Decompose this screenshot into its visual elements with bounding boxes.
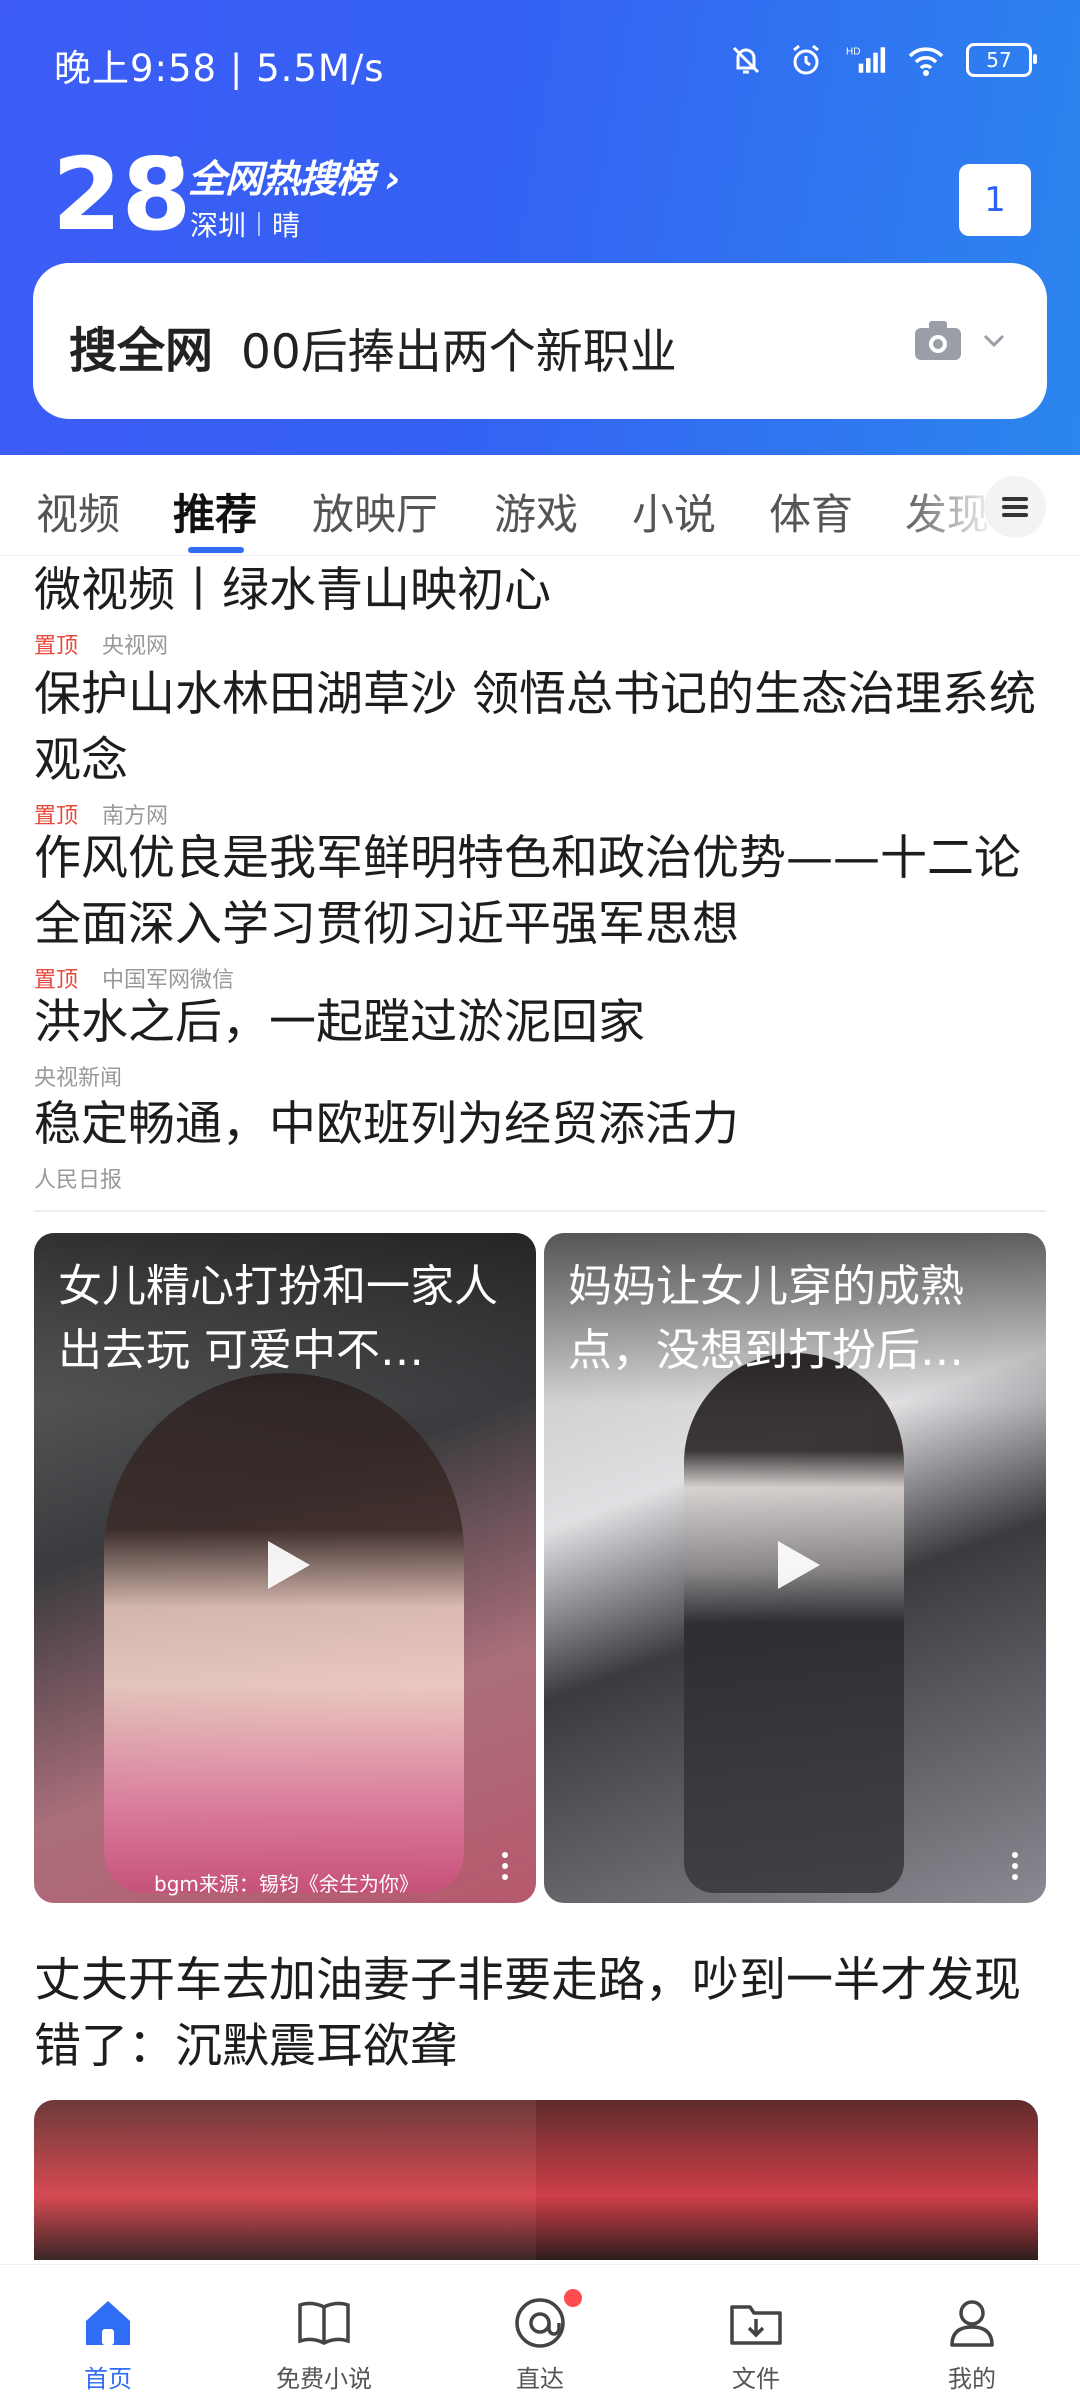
hot-list-link[interactable]: 全网热搜榜 › — [188, 148, 401, 203]
nav-label: 免费小说 — [276, 2365, 372, 2393]
svg-text:HD: HD — [846, 47, 860, 58]
play-icon[interactable] — [256, 1535, 316, 1595]
news-title: 保护山水林田湖草沙 领悟总书记的生态治理系统观念 — [34, 667, 1036, 788]
nav-label: 文件 — [732, 2365, 780, 2393]
weather-condition: 晴 — [272, 209, 301, 242]
nav-label: 直达 — [516, 2365, 564, 2393]
mute-bell-icon — [726, 40, 766, 80]
news-source: 央视新闻 — [34, 1066, 123, 1091]
alarm-icon — [786, 40, 826, 80]
video-title: 女儿精心打扮和一家人出去玩 可爱中不… — [58, 1261, 498, 1376]
news-meta: 置顶 央视网 — [34, 628, 1044, 660]
at-icon — [515, 2298, 565, 2348]
folder-icon — [730, 2305, 782, 2345]
news-item[interactable]: 作风优良是我军鲜明特色和政治优势——十二论全面深入学习贯彻习近平强军思想 置顶 … — [34, 826, 1044, 994]
nav-direct[interactable]: 直达 — [432, 2265, 648, 2401]
news-title: 作风优良是我军鲜明特色和政治优势——十二论全面深入学习贯彻习近平强军思想 — [34, 831, 1021, 952]
category-tabs: 视频 推荐 放映厅 游戏 小说 体育 发现 — [0, 455, 1080, 556]
active-tab-indicator — [188, 547, 244, 553]
user-icon — [950, 2300, 994, 2347]
news-meta: 人民日报 — [34, 1162, 1044, 1194]
nav-files[interactable]: 文件 — [648, 2265, 864, 2401]
weather-location[interactable]: 深圳 晴 — [190, 204, 300, 244]
wifi-icon — [906, 40, 946, 80]
pinned-tag: 置顶 — [34, 634, 79, 659]
hot-list-title: 全网热搜榜 — [188, 157, 374, 201]
notification-dot — [564, 2289, 582, 2307]
menu-icon — [1002, 497, 1028, 517]
tab-theater[interactable]: 放映厅 — [312, 481, 438, 542]
tab-sports[interactable]: 体育 — [769, 481, 853, 542]
tab-games[interactable]: 游戏 — [494, 481, 578, 542]
nav-label: 我的 — [948, 2365, 996, 2393]
tab-recommend[interactable]: 推荐 — [173, 481, 257, 542]
news-title: 洪水之后，一起蹚过淤泥回家 — [34, 995, 645, 1050]
tab-novels[interactable]: 小说 — [632, 481, 716, 542]
signal-hd-icon: HD — [846, 40, 886, 80]
more-icon[interactable] — [500, 1851, 510, 1881]
news-meta: 央视新闻 — [34, 1060, 1044, 1092]
nav-label: 首页 — [84, 2365, 132, 2393]
degree-sign: ° — [165, 150, 185, 196]
status-icons: HD 57 — [726, 40, 1037, 80]
article-title[interactable]: 丈夫开车去加油妻子非要走路，吵到一半才发现错了：沉默震耳欲聋 — [34, 1948, 1044, 2080]
play-icon[interactable] — [766, 1535, 826, 1595]
news-item[interactable]: 保护山水林田湖草沙 领悟总书记的生态治理系统观念 置顶 南方网 — [34, 662, 1044, 830]
news-item[interactable]: 洪水之后，一起蹚过淤泥回家 央视新闻 — [34, 990, 1044, 1092]
tab-video[interactable]: 视频 — [36, 481, 120, 542]
header-banner: 晚上9:58 | 5.5M/s HD 57 28 ° 全网热搜榜 › 深圳 晴 … — [0, 0, 1080, 455]
news-item[interactable]: 稳定畅通，中欧班列为经贸添活力 人民日报 — [34, 1092, 1044, 1194]
divider — [34, 1210, 1046, 1212]
bottom-nav: 首页 免费小说 直达 文件 我的 — [0, 2264, 1080, 2401]
video-card[interactable]: 女儿精心打扮和一家人出去玩 可爱中不… bgm来源：锡钧《余生为你》 — [34, 1233, 536, 1903]
book-icon — [298, 2301, 350, 2345]
city-separator — [258, 212, 261, 236]
status-time-speed: 晚上9:58 | 5.5M/s — [54, 47, 385, 90]
news-source: 人民日报 — [34, 1168, 123, 1193]
search-bar[interactable]: 搜全网 00后捧出两个新职业 — [33, 263, 1047, 419]
article-image[interactable] — [34, 2100, 536, 2260]
news-title: 稳定畅通，中欧班列为经贸添活力 — [34, 1097, 739, 1152]
nav-mine[interactable]: 我的 — [864, 2265, 1080, 2401]
nav-home[interactable]: 首页 — [0, 2265, 216, 2401]
article-image[interactable] — [536, 2100, 1038, 2260]
chevron-down-icon[interactable] — [983, 333, 1005, 348]
home-icon — [86, 2301, 130, 2345]
video-thumbnail — [684, 1353, 904, 1893]
news-title: 微视频丨绿水青山映初心 — [34, 563, 551, 618]
video-title: 妈妈让女儿穿的成熟点，没想到打扮后… — [568, 1261, 964, 1376]
more-icon[interactable] — [1010, 1851, 1020, 1881]
search-label: 搜全网 — [69, 323, 214, 379]
video-thumbnail — [104, 1373, 464, 1893]
hot-list-arrow: › — [385, 157, 401, 201]
nav-free-novels[interactable]: 免费小说 — [216, 2265, 432, 2401]
tab-menu-button[interactable] — [984, 476, 1046, 538]
city-name: 深圳 — [190, 209, 247, 242]
news-source: 央视网 — [102, 634, 169, 659]
camera-icon[interactable] — [913, 318, 963, 362]
tab-count-button[interactable]: 1 — [959, 164, 1031, 236]
battery-indicator: 57 — [966, 43, 1037, 77]
video-card[interactable]: 妈妈让女儿穿的成熟点，没想到打扮后… — [544, 1233, 1046, 1903]
search-hint-query[interactable]: 00后捧出两个新职业 — [241, 313, 677, 382]
video-caption: bgm来源：锡钧《余生为你》 — [154, 1872, 419, 1896]
news-item[interactable]: 微视频丨绿水青山映初心 置顶 央视网 — [34, 558, 1044, 660]
